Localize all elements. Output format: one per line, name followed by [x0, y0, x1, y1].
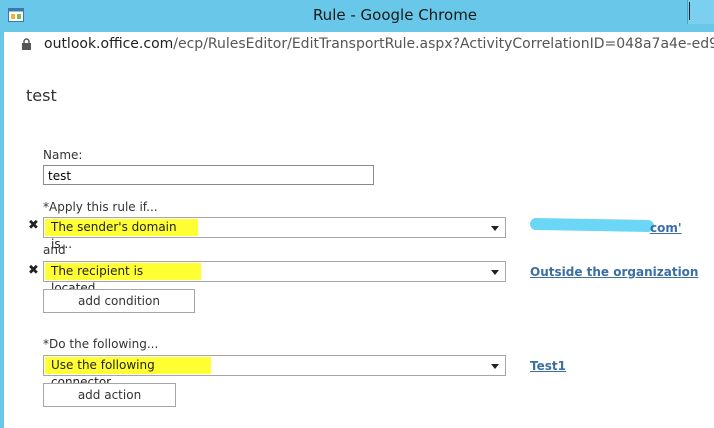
action-1-value: Use the following connector...	[45, 357, 211, 389]
remove-condition-2-icon[interactable]: ✖	[28, 263, 39, 278]
chevron-down-icon	[491, 270, 499, 275]
url-text[interactable]: outlook.office.com/ecp/RulesEditor/EditT…	[44, 36, 714, 52]
apply-rule-label: *Apply this rule if...	[43, 200, 158, 214]
condition-2-value-link[interactable]: Outside the organization	[530, 265, 698, 279]
condition-2-value: The recipient is located...	[45, 263, 201, 295]
redaction-scribble	[529, 217, 655, 233]
and-label: and	[43, 243, 66, 257]
rule-editor-form: test Name: test *Apply this rule if... ✖…	[0, 58, 714, 428]
action-1-value-link[interactable]: Test1	[530, 359, 566, 373]
add-action-button[interactable]: add action	[43, 383, 176, 407]
condition-1-select[interactable]: The sender's domain is...	[43, 217, 506, 251]
window-title: Rule - Google Chrome	[312, 6, 478, 24]
chevron-down-icon	[491, 364, 499, 369]
page-title: test	[26, 86, 57, 105]
window-title-bar: Rule - Google Chrome	[0, 0, 714, 32]
action-1-select[interactable]: Use the following connector...	[43, 355, 506, 389]
chevron-down-icon	[491, 226, 499, 231]
window-control-button[interactable]	[687, 0, 714, 24]
add-condition-button[interactable]: add condition	[43, 289, 195, 313]
condition-1-value: The sender's domain is...	[45, 219, 198, 251]
name-input[interactable]: test	[43, 165, 374, 185]
url-host: outlook.office.com	[44, 36, 174, 52]
remove-condition-1-icon[interactable]: ✖	[28, 218, 39, 233]
do-following-label: *Do the following...	[43, 337, 159, 351]
address-bar[interactable]: outlook.office.com/ecp/RulesEditor/EditT…	[0, 32, 714, 58]
url-path: /ecp/RulesEditor/EditTransportRule.aspx?…	[173, 36, 714, 52]
name-label: Name:	[43, 148, 83, 162]
lock-icon	[22, 38, 31, 50]
condition-1-value-link[interactable]: com'	[650, 221, 682, 235]
condition-2-select[interactable]: The recipient is located...	[43, 261, 506, 295]
